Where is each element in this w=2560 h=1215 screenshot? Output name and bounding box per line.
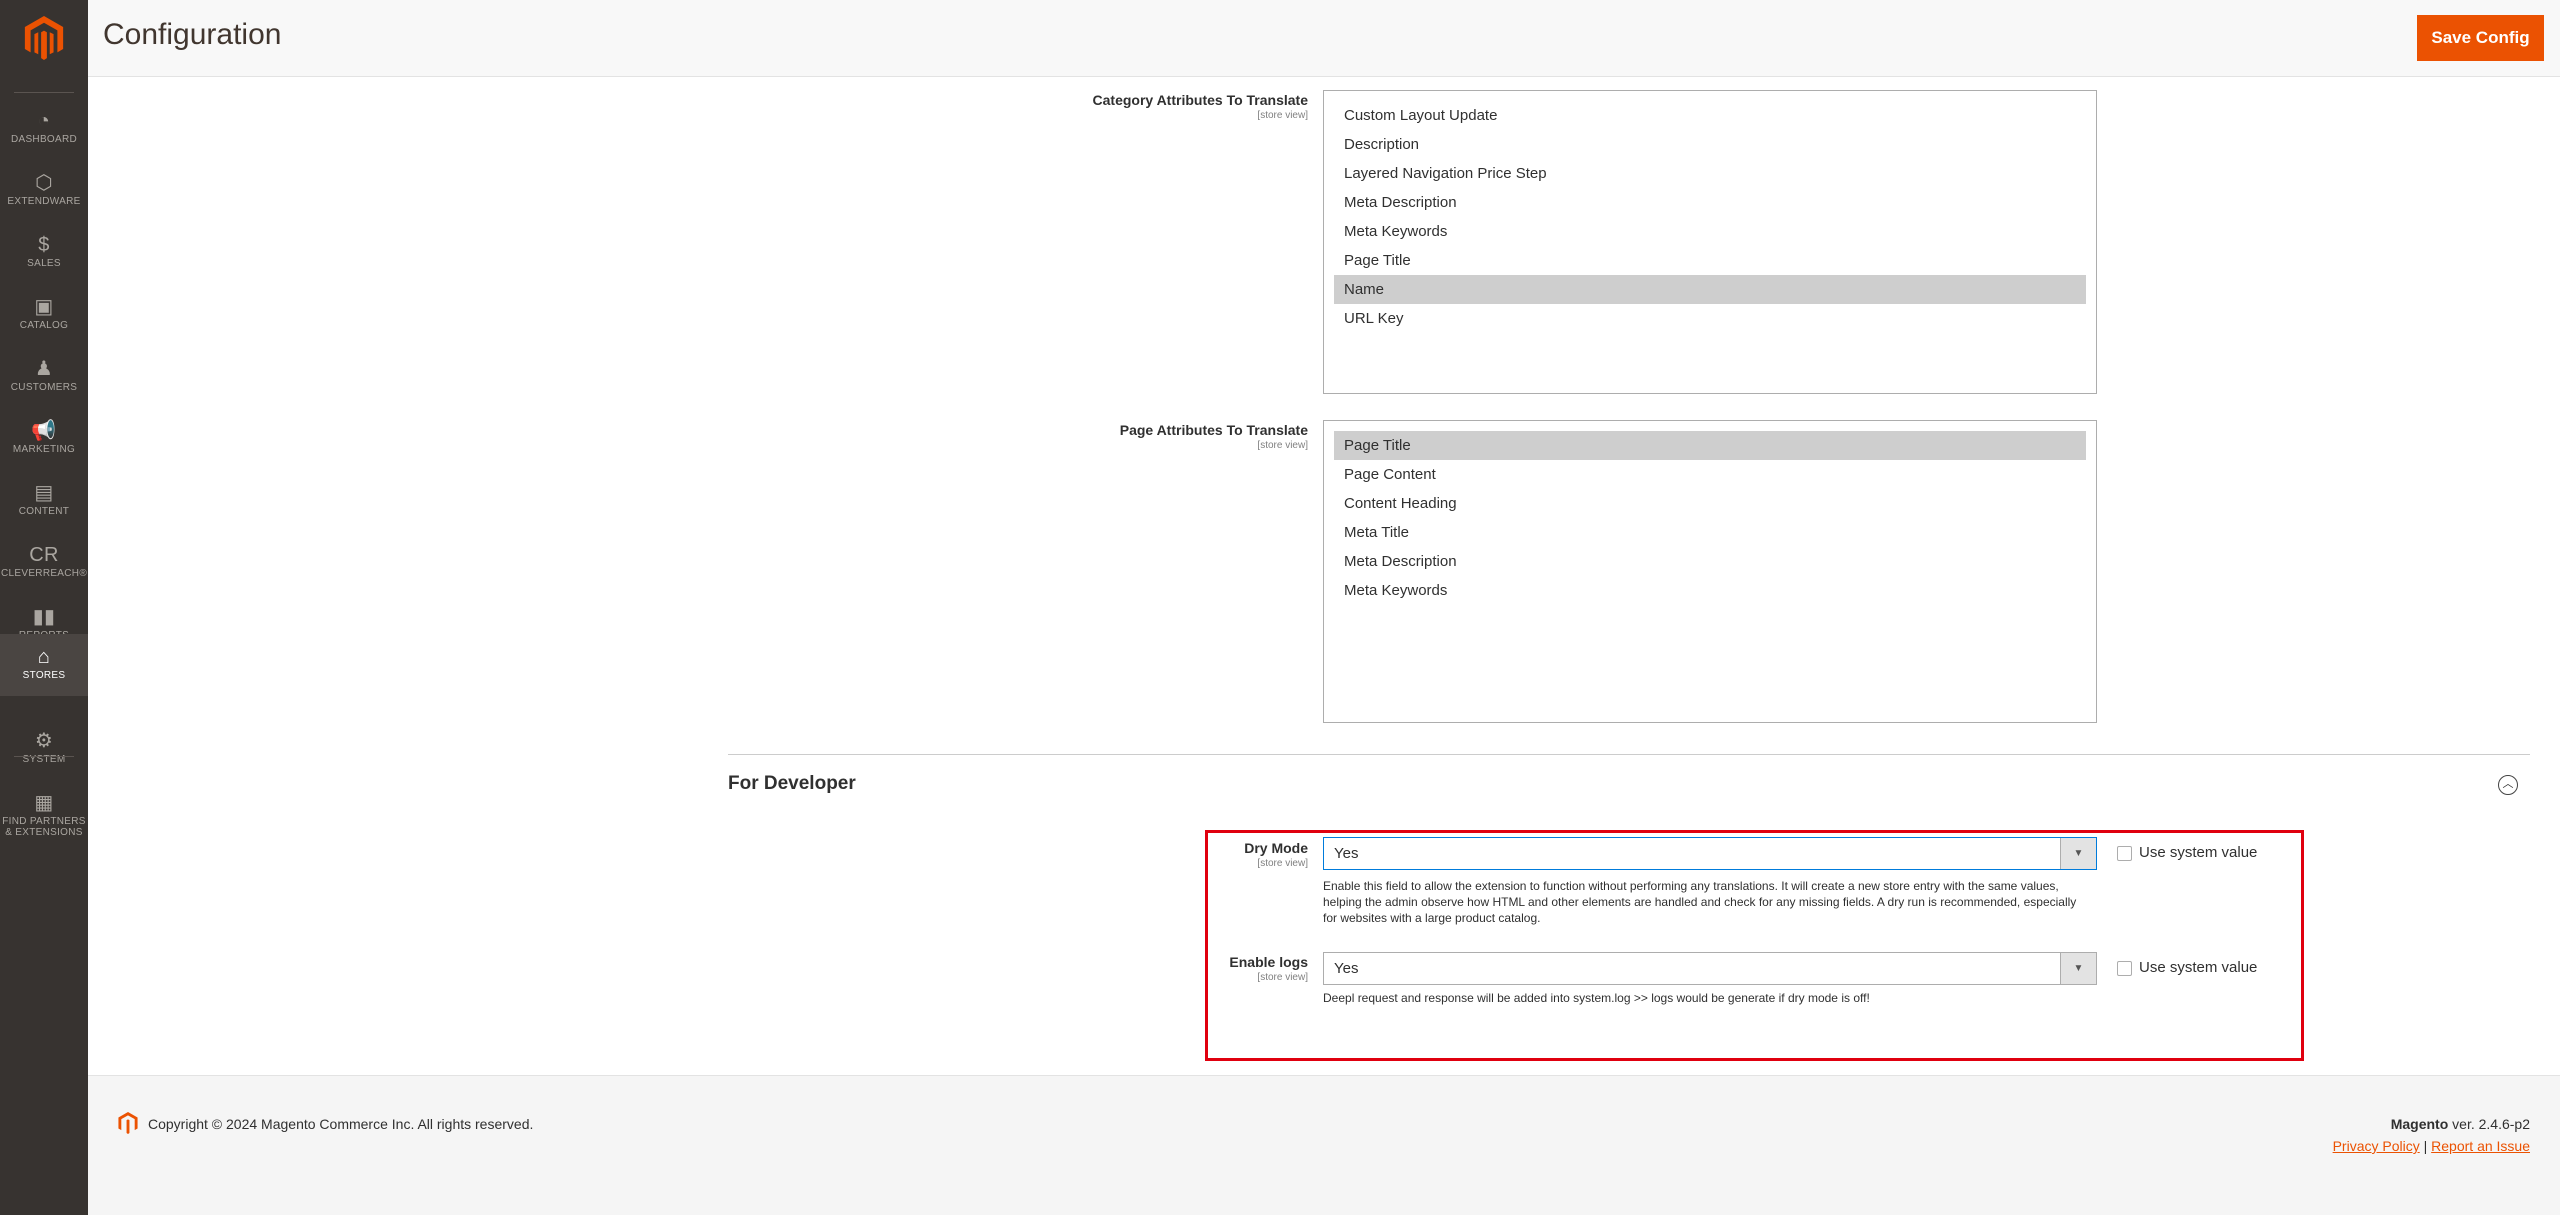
collapse-icon[interactable]: ︿ — [2498, 775, 2518, 795]
layout-icon: ▤ — [34, 482, 54, 504]
cleverreach-icon: CR — [29, 544, 59, 566]
sidebar-item-marketing[interactable]: 📢 MARKETING — [0, 408, 88, 470]
dashboard-icon: ◔ — [37, 110, 51, 132]
page-title: Configuration — [103, 18, 282, 51]
sidebar-item-label: CATALOG — [19, 320, 69, 331]
scope-label: [store view] — [1257, 972, 1308, 983]
page-attributes-label: Page Attributes To Translate [store view] — [908, 422, 1308, 451]
enable-logs-help: Deepl request and response will be added… — [1323, 991, 1870, 1005]
sidebar-item-stores[interactable]: ⌂ STORES — [0, 634, 88, 696]
category-attributes-multiselect[interactable]: Custom Layout Update Description Layered N… — [1323, 90, 2097, 394]
use-system-value-label[interactable]: Use system value — [2139, 844, 2257, 861]
multiselect-option[interactable]: Name — [1334, 275, 2086, 304]
select-value: Yes — [1334, 960, 1359, 977]
sidebar-item-label: SALES — [27, 258, 61, 269]
sidebar-item-find-partners-extensions[interactable]: ▦ FIND PARTNERS & EXTENSIONS — [0, 780, 88, 842]
enable-logs-select[interactable]: Yes ▼ — [1323, 952, 2097, 985]
section-title-for-developer[interactable]: For Developer — [728, 773, 856, 795]
select-value: Yes — [1334, 845, 1359, 862]
label-text: Page Attributes To Translate — [1119, 422, 1308, 438]
privacy-policy-link[interactable]: Privacy Policy — [2333, 1138, 2420, 1154]
label-text: Enable logs — [1229, 954, 1308, 970]
page-attributes-multiselect[interactable]: Page Title Page Content Content Heading Met… — [1323, 420, 2097, 723]
multiselect-option[interactable]: Content Heading — [1334, 489, 2086, 518]
use-system-value-label[interactable]: Use system value — [2139, 959, 2257, 976]
dropdown-arrow-icon[interactable]: ▼ — [2060, 953, 2096, 984]
sidebar-item-cleverreach[interactable]: CR CLEVERREACH® — [0, 532, 88, 594]
link-separator: | — [2419, 1138, 2432, 1154]
bar-chart-icon: ▮▮ — [32, 606, 56, 628]
hexagon-icon: ⬡ — [35, 172, 53, 194]
dry-mode-help: Enable this field to allow the extension… — [1323, 879, 2077, 925]
dry-mode-use-system-checkbox[interactable] — [2117, 846, 2132, 861]
multiselect-option[interactable]: Meta Keywords — [1334, 576, 2086, 605]
box-icon: ▣ — [34, 296, 54, 318]
megaphone-icon: 📢 — [31, 420, 57, 442]
sidebar-item-label: CONTENT — [18, 506, 70, 517]
copyright: Copyright © 2024 Magento Commerce Inc. A… — [148, 1116, 534, 1132]
multiselect-option[interactable]: Layered Navigation Price Step — [1334, 159, 2086, 188]
blocks-icon: ▦ — [34, 792, 54, 814]
sidebar-item-content[interactable]: ▤ CONTENT — [0, 470, 88, 532]
scope-label: [store view] — [1257, 858, 1308, 869]
footer: Copyright © 2024 Magento Commerce Inc. A… — [88, 1075, 2560, 1215]
magento-footer-logo — [118, 1112, 138, 1134]
sidebar: ◔ DASHBOARD ⬡ EXTENDWARE $ SALES ▣ CATALOG ♟ CUST… — [0, 0, 88, 1215]
sidebar-item-system[interactable]: ⚙ SYSTEM — [0, 718, 88, 780]
dry-mode-label: Dry Mode [store view] — [908, 840, 1308, 869]
sidebar-item-dashboard[interactable]: ◔ DASHBOARD — [0, 98, 88, 160]
multiselect-option[interactable]: Meta Keywords — [1334, 217, 2086, 246]
multiselect-option[interactable]: Custom Layout Update — [1334, 101, 2086, 130]
version-number: ver. 2.4.6-p2 — [2448, 1116, 2530, 1132]
scope-label: [store view] — [1257, 110, 1308, 121]
multiselect-option[interactable]: Meta Title — [1334, 518, 2086, 547]
sidebar-divider — [14, 92, 74, 93]
report-issue-link[interactable]: Report an Issue — [2431, 1138, 2530, 1154]
save-config-button[interactable]: Save Config — [2417, 15, 2544, 61]
sidebar-item-label: CUSTOMERS — [10, 382, 78, 393]
sidebar-item-extendware[interactable]: ⬡ EXTENDWARE — [0, 160, 88, 222]
sidebar-item-customers[interactable]: ♟ CUSTOMERS — [0, 346, 88, 408]
category-attributes-label: Category Attributes To Translate [store v… — [908, 92, 1308, 121]
sidebar-item-label: CLEVERREACH® — [1, 568, 87, 579]
sidebar-item-label: DASHBOARD — [10, 134, 78, 145]
dry-mode-select[interactable]: Yes ▼ — [1323, 837, 2097, 870]
label-text: Category Attributes To Translate — [1092, 92, 1308, 108]
multiselect-option[interactable]: Page Title — [1334, 246, 2086, 275]
multiselect-option[interactable]: Meta Description — [1334, 188, 2086, 217]
sidebar-divider — [14, 756, 74, 757]
dollar-icon: $ — [38, 234, 50, 256]
gear-icon: ⚙ — [34, 730, 54, 752]
magento-logo[interactable] — [22, 16, 66, 60]
multiselect-option[interactable]: Description — [1334, 130, 2086, 159]
sidebar-item-label: EXTENDWARE — [7, 196, 81, 207]
footer-links: Privacy Policy | Report an Issue — [2333, 1138, 2530, 1154]
store-icon: ⌂ — [37, 646, 51, 668]
page-header: Configuration — [88, 0, 2560, 77]
sidebar-item-catalog[interactable]: ▣ CATALOG — [0, 284, 88, 346]
sidebar-item-label: MARKETING — [12, 444, 76, 455]
enable-logs-use-system-checkbox[interactable] — [2117, 961, 2132, 976]
multiselect-option[interactable]: Page Content — [1334, 460, 2086, 489]
multiselect-option[interactable]: URL Key — [1334, 304, 2086, 333]
multiselect-option[interactable]: Meta Description — [1334, 547, 2086, 576]
multiselect-option[interactable]: Page Title — [1334, 431, 2086, 460]
label-text: Dry Mode — [1244, 840, 1308, 856]
dropdown-arrow-icon[interactable]: ▼ — [2060, 838, 2096, 869]
brand: Magento — [2390, 1116, 2449, 1132]
sidebar-item-sales[interactable]: $ SALES — [0, 222, 88, 284]
enable-logs-label: Enable logs [store view] — [908, 954, 1308, 983]
scope-label: [store view] — [1257, 440, 1308, 451]
person-icon: ♟ — [34, 358, 54, 380]
section-divider — [728, 754, 2530, 755]
sidebar-item-label: STORES — [22, 670, 66, 681]
version: Magento ver. 2.4.6-p2 — [2391, 1116, 2530, 1132]
sidebar-item-label: FIND PARTNERS & EXTENSIONS — [2, 816, 86, 838]
